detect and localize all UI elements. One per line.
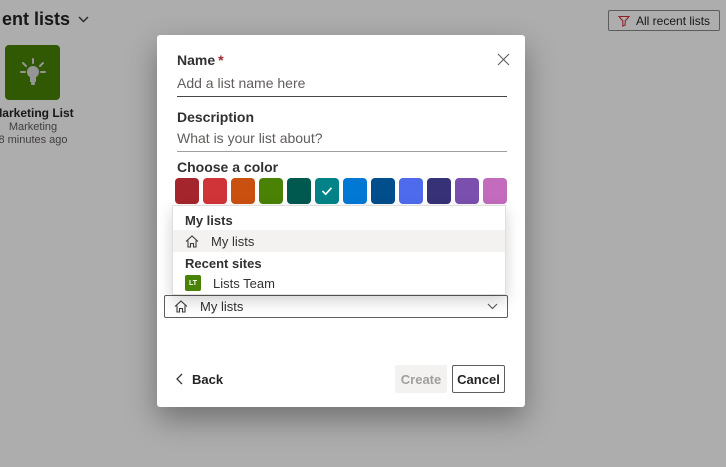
dropdown-option-label: Lists Team bbox=[213, 276, 275, 291]
color-swatch-pink[interactable] bbox=[483, 178, 507, 204]
color-swatches bbox=[175, 178, 507, 204]
back-button[interactable]: Back bbox=[176, 368, 223, 390]
color-swatch-teal[interactable] bbox=[315, 178, 339, 204]
create-list-dialog: Name* Description Choose a color My list… bbox=[157, 35, 525, 407]
dropdown-group-recent-sites: Recent sites bbox=[185, 256, 262, 271]
description-field-label: Description bbox=[177, 109, 254, 125]
cancel-button[interactable]: Cancel bbox=[452, 365, 505, 393]
color-swatch-dark-red[interactable] bbox=[175, 178, 199, 204]
color-swatch-red[interactable] bbox=[203, 178, 227, 204]
choose-color-label: Choose a color bbox=[177, 159, 278, 175]
home-icon bbox=[185, 235, 199, 248]
dropdown-option-label: My lists bbox=[211, 234, 254, 249]
required-asterisk: * bbox=[218, 52, 223, 68]
close-icon[interactable] bbox=[494, 50, 512, 68]
color-swatch-dark-teal[interactable] bbox=[287, 178, 311, 204]
name-field-label: Name* bbox=[177, 52, 224, 68]
checkmark-icon bbox=[321, 186, 333, 196]
site-select-combobox[interactable]: My lists bbox=[164, 295, 508, 318]
color-swatch-purple[interactable] bbox=[455, 178, 479, 204]
color-swatch-dark-purple[interactable] bbox=[427, 178, 451, 204]
name-label-text: Name bbox=[177, 52, 215, 68]
color-swatch-periwinkle[interactable] bbox=[399, 178, 423, 204]
site-select-value: My lists bbox=[200, 299, 243, 314]
color-swatch-green[interactable] bbox=[259, 178, 283, 204]
chevron-down-icon bbox=[487, 303, 498, 310]
dropdown-group-my-lists: My lists bbox=[185, 213, 233, 228]
site-dropdown-panel: My lists My lists Recent sites LT Lists … bbox=[172, 205, 506, 295]
back-button-label: Back bbox=[192, 372, 223, 387]
list-description-input[interactable] bbox=[177, 128, 507, 152]
lists-team-avatar: LT bbox=[185, 275, 201, 291]
dropdown-option-lists-team[interactable]: LT Lists Team bbox=[173, 272, 505, 294]
dropdown-option-my-lists[interactable]: My lists bbox=[173, 230, 505, 252]
create-button[interactable]: Create bbox=[395, 365, 447, 393]
chevron-left-icon bbox=[176, 373, 183, 385]
color-swatch-blue[interactable] bbox=[343, 178, 367, 204]
home-icon bbox=[174, 300, 188, 313]
list-name-input[interactable] bbox=[177, 73, 507, 97]
color-swatch-dark-blue[interactable] bbox=[371, 178, 395, 204]
color-swatch-orange[interactable] bbox=[231, 178, 255, 204]
